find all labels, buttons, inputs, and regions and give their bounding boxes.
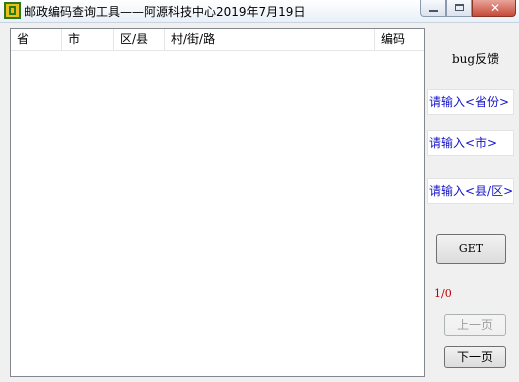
- window-title: 邮政编码查询工具——阿源科技中心2019年7月19日: [24, 5, 306, 19]
- maximize-icon: [455, 4, 464, 11]
- next-page-button[interactable]: 下一页: [444, 346, 506, 368]
- results-list[interactable]: 省 市 区/县 村/街/路 编码: [10, 28, 425, 377]
- get-button[interactable]: GET: [436, 234, 506, 264]
- city-input[interactable]: 请输入<市>: [427, 130, 514, 156]
- title-bar[interactable]: 邮政编码查询工具——阿源科技中心2019年7月19日 ✕: [0, 0, 519, 23]
- province-input[interactable]: 请输入<省份>: [427, 89, 514, 115]
- column-header-street[interactable]: 村/街/路: [165, 29, 375, 50]
- column-header-province[interactable]: 省: [11, 29, 62, 50]
- minimize-button[interactable]: [420, 0, 446, 17]
- column-header-code[interactable]: 编码: [375, 29, 424, 50]
- list-header: 省 市 区/县 村/街/路 编码: [11, 29, 424, 51]
- maximize-button[interactable]: [446, 0, 472, 17]
- column-header-city[interactable]: 市: [62, 29, 114, 50]
- app-window: 邮政编码查询工具——阿源科技中心2019年7月19日 ✕ 省 市 区/县 村/街…: [0, 0, 519, 382]
- county-input[interactable]: 请输入<县/区>: [427, 178, 514, 204]
- close-icon: ✕: [489, 1, 501, 15]
- feedback-link[interactable]: bug反馈: [452, 50, 499, 67]
- app-icon: [4, 2, 21, 19]
- prev-page-button[interactable]: 上一页: [444, 314, 506, 336]
- column-header-county[interactable]: 区/县: [114, 29, 165, 50]
- page-indicator: 1/0: [434, 287, 452, 300]
- close-button[interactable]: ✕: [472, 0, 516, 17]
- minimize-icon: [429, 10, 438, 12]
